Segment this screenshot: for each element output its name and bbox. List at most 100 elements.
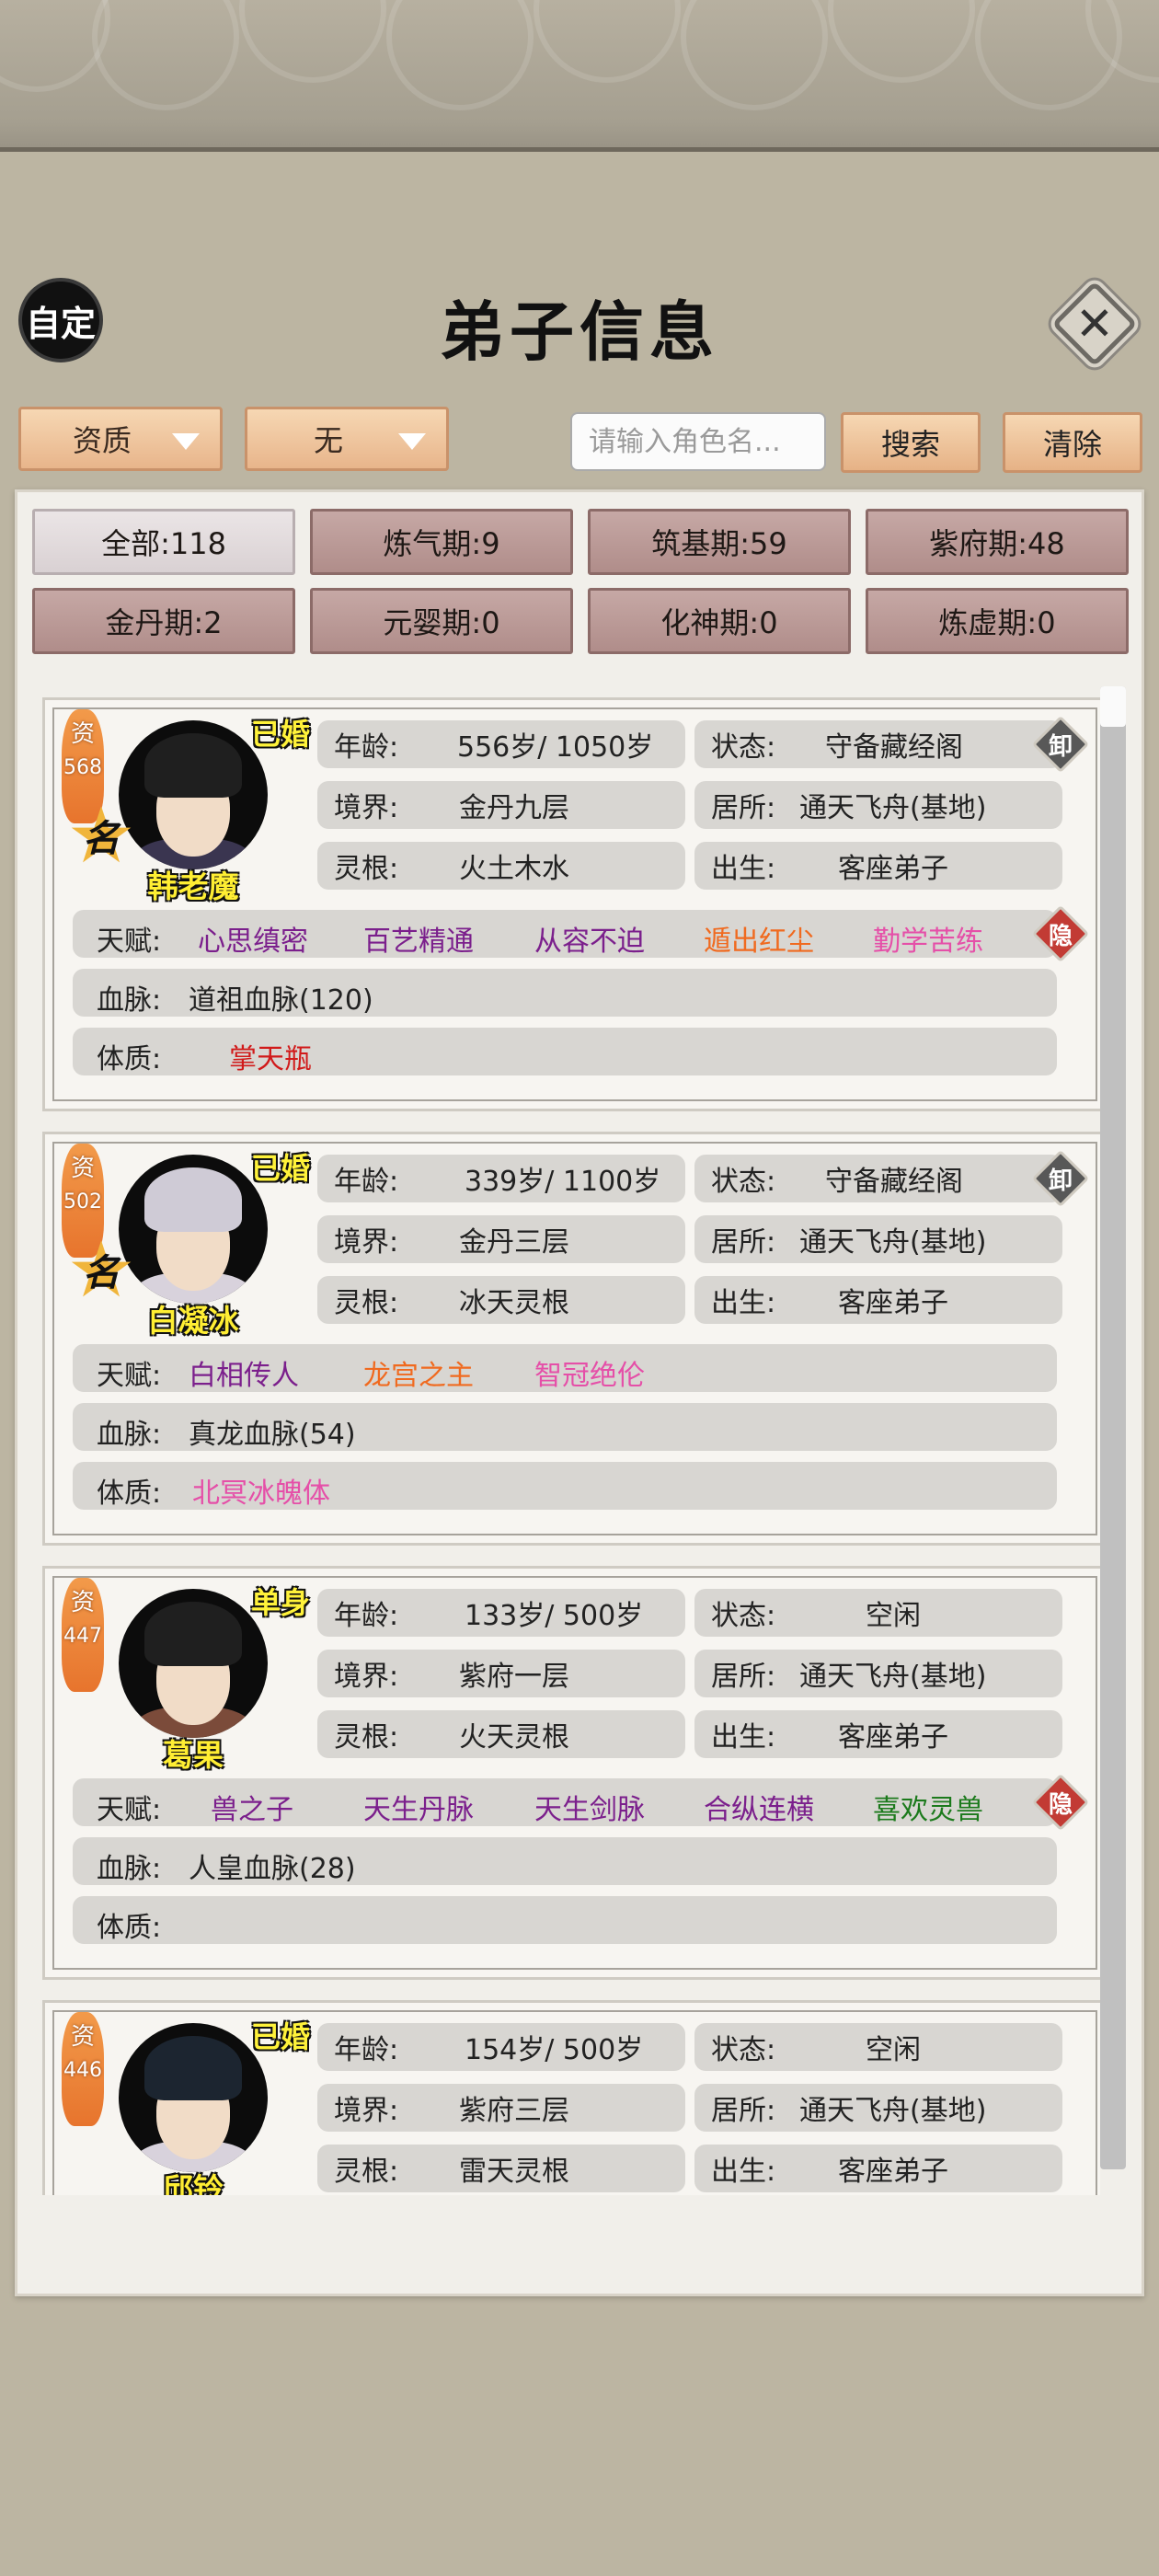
talent-item: 智冠绝伦 [534, 1360, 645, 1392]
close-icon: ✕ [1075, 297, 1114, 351]
disciple-card[interactable]: 资 502 ★ 名 已婚 白凝冰 年龄: 339岁/ 1100岁 境界: 金丹三… [42, 1132, 1100, 1546]
status-field: 状态: 空闲 [694, 1589, 1062, 1637]
tab-zhuji[interactable]: 筑基期:59 [588, 509, 851, 575]
hide-button[interactable]: 隐 [1031, 1773, 1090, 1832]
birth-field: 出生: 客座弟子 [694, 2145, 1062, 2192]
status-value: 守备藏经阁 [825, 1166, 963, 1198]
age-value: 556岁/ 1050岁 [457, 731, 654, 764]
auto-button[interactable]: 自定 [18, 278, 103, 362]
talent-item: 龙宫之主 [363, 1360, 474, 1392]
hide-label: 隐 [1048, 1790, 1073, 1819]
disciple-card[interactable]: 资 447 单身 葛果 年龄: 133岁/ 500岁 境界: 紫府一层 灵根: … [42, 1566, 1100, 1980]
scrollbar-thumb[interactable] [1100, 686, 1126, 727]
age-label: 年龄: [334, 1600, 399, 1632]
bloodline-row: 血脉: 真龙血脉(54) [73, 1403, 1057, 1451]
age-value: 339岁/ 1100岁 [465, 1166, 661, 1198]
aptitude-label: 资 [70, 720, 95, 748]
search-button[interactable]: 搜索 [841, 412, 981, 473]
realm-field: 境界: 金丹九层 [317, 781, 685, 829]
unequip-label: 卸 [1048, 1167, 1073, 1195]
disciple-card[interactable]: 资 568 ★ 名 已婚 韩老魔 年龄: 556岁/ 1050岁 境界: 金丹九… [42, 697, 1100, 1111]
avatar [119, 1155, 268, 1304]
bloodline-label: 血脉: [97, 1853, 162, 1885]
residence-value: 通天飞舟(基地) [799, 1661, 987, 1693]
disciple-name: 白凝冰 [147, 1303, 239, 1339]
fame-badge: ★ 名 [66, 1231, 135, 1308]
list-scrollbar[interactable] [1100, 686, 1126, 2169]
status-label: 状态: [711, 1166, 776, 1198]
wave-ornament [828, 0, 975, 83]
aptitude-value: 568 [63, 756, 102, 779]
sort-dropdown[interactable]: 资质 [18, 407, 223, 471]
clear-button[interactable]: 清除 [1003, 412, 1142, 473]
avatar [119, 2023, 268, 2172]
physique-row: 体质: [73, 1896, 1057, 1944]
root-value: 火土木水 [459, 853, 569, 885]
disciple-list: 资 568 ★ 名 已婚 韩老魔 年龄: 556岁/ 1050岁 境界: 金丹九… [42, 690, 1100, 2195]
wave-ornament [681, 0, 828, 110]
unequip-button[interactable]: 卸 [1031, 1149, 1090, 1208]
tab-lianxu[interactable]: 炼虚期:0 [866, 588, 1129, 654]
wave-ornament [239, 0, 386, 83]
residence-field: 居所: 通天飞舟(基地) [694, 1215, 1062, 1263]
realm-value: 金丹三层 [459, 1226, 569, 1259]
tab-huashen[interactable]: 化神期:0 [588, 588, 851, 654]
tab-lianqi[interactable]: 炼气期:9 [310, 509, 573, 575]
residence-label: 居所: [711, 1226, 776, 1259]
bloodline-label: 血脉: [97, 984, 162, 1017]
status-value: 空闲 [866, 1600, 921, 1632]
birth-field: 出生: 客座弟子 [694, 842, 1062, 890]
age-field: 年龄: 556岁/ 1050岁 [317, 720, 685, 768]
residence-value: 通天飞舟(基地) [799, 1226, 987, 1259]
age-label: 年龄: [334, 731, 399, 764]
avatar-hair [144, 1602, 242, 1666]
avatar-block[interactable]: 资 447 单身 葛果 [54, 1578, 312, 1780]
residence-label: 居所: [711, 1661, 776, 1693]
talent-item: 白相传人 [189, 1360, 299, 1392]
avatar-hair [144, 733, 242, 798]
tab-all[interactable]: 全部:118 [32, 509, 295, 575]
search-input[interactable] [570, 412, 826, 471]
tab-yuanying[interactable]: 元婴期:0 [310, 588, 573, 654]
birth-value: 客座弟子 [838, 853, 948, 885]
realm-field: 境界: 紫府三层 [317, 2084, 685, 2132]
birth-field: 出生: 客座弟子 [694, 1710, 1062, 1758]
top-banner [0, 0, 1159, 175]
filter-dropdown-value: 无 [313, 423, 343, 458]
hide-button[interactable]: 隐 [1031, 904, 1090, 963]
realm-label: 境界: [334, 2095, 399, 2127]
avatar-block[interactable]: 资 502 ★ 名 已婚 白凝冰 [54, 1144, 312, 1346]
residence-label: 居所: [711, 2095, 776, 2127]
sort-dropdown-value: 资质 [72, 423, 132, 458]
talent-item: 从容不迫 [534, 926, 645, 958]
disciple-name: 邱铃 [163, 2171, 224, 2195]
talent-item: 遁出红尘 [704, 926, 814, 958]
physique-label: 体质: [97, 1912, 162, 1944]
avatar-block[interactable]: 资 568 ★ 名 已婚 韩老魔 [54, 709, 312, 912]
residence-value: 通天飞舟(基地) [799, 2095, 987, 2127]
status-field: 状态: 守备藏经阁 [694, 1155, 1062, 1202]
status-label: 状态: [711, 2034, 776, 2066]
avatar [119, 1589, 268, 1738]
filter-dropdown[interactable]: 无 [245, 407, 449, 471]
avatar-block[interactable]: 资 446 已婚 邱铃 [54, 2012, 312, 2195]
talent-item: 喜欢灵兽 [873, 1794, 983, 1826]
age-value: 154岁/ 500岁 [465, 2034, 644, 2066]
disciple-name: 葛果 [163, 1737, 224, 1773]
tab-jindan[interactable]: 金丹期:2 [32, 588, 295, 654]
status-label: 状态: [711, 731, 776, 764]
residence-field: 居所: 通天飞舟(基地) [694, 1650, 1062, 1697]
bloodline-value: 道祖血脉(120) [189, 984, 373, 1017]
talent-item: 天生剑脉 [534, 1794, 645, 1826]
residence-label: 居所: [711, 792, 776, 824]
bloodline-value: 真龙血脉(54) [189, 1419, 356, 1451]
disciple-card[interactable]: 资 446 已婚 邱铃 年龄: 154岁/ 500岁 境界: 紫府三层 灵根: … [42, 2000, 1100, 2195]
aptitude-badge: 资 446 [62, 2012, 104, 2126]
unequip-button[interactable]: 卸 [1031, 715, 1090, 774]
page-title: 弟子信息 [440, 293, 719, 370]
close-button[interactable]: ✕ [1051, 281, 1138, 367]
realm-field: 境界: 金丹三层 [317, 1215, 685, 1263]
tab-zifu[interactable]: 紫府期:48 [866, 509, 1129, 575]
realm-field: 境界: 紫府一层 [317, 1650, 685, 1697]
banner-edge [0, 147, 1159, 175]
